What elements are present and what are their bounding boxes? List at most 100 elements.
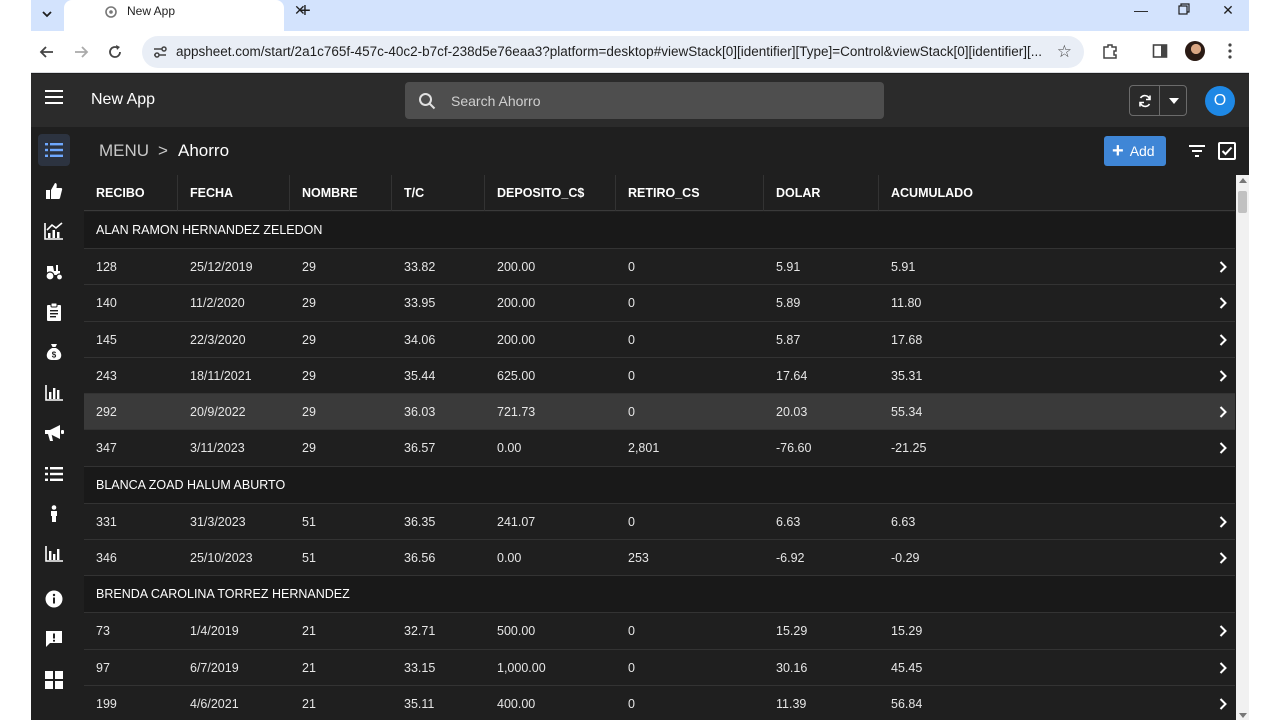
table-cell: 5.87 xyxy=(776,332,801,347)
chevron-right-icon[interactable] xyxy=(1216,296,1230,310)
breadcrumb-menu-link[interactable]: MENU xyxy=(99,141,149,161)
chevron-right-icon[interactable] xyxy=(1216,697,1230,711)
table-row[interactable]: 97 6/7/2019 21 33.15 1,000.00 0 30.16 45.45 xyxy=(84,649,1235,686)
list-icon xyxy=(45,143,63,157)
table-cell: 0 xyxy=(628,660,635,675)
back-icon[interactable] xyxy=(36,41,58,63)
table-cell: 36.57 xyxy=(404,441,436,456)
table-row[interactable]: 331 31/3/2023 51 36.35 241.07 0 6.63 6.63 xyxy=(84,503,1235,541)
nav-money-bag[interactable]: $ xyxy=(38,336,70,368)
table-row[interactable]: 346 25/10/2023 51 36.56 0.00 253 -6.92 -0.29 xyxy=(84,540,1235,577)
table-row[interactable]: 199 4/6/2021 21 35.11 400.00 0 11.39 56.84 xyxy=(84,685,1235,720)
chevron-right-icon[interactable] xyxy=(1216,661,1230,675)
window-frame-left xyxy=(0,0,31,720)
scroll-up-arrow-icon[interactable] xyxy=(1239,178,1247,183)
nav-about[interactable] xyxy=(38,583,70,615)
nav-analytics[interactable] xyxy=(38,215,70,247)
reload-icon[interactable] xyxy=(104,41,126,63)
nav-clipboard[interactable] xyxy=(38,296,70,328)
sync-button[interactable] xyxy=(1130,86,1160,115)
table-cell: 5.91 xyxy=(776,260,801,274)
table-row[interactable]: 292 20/9/2022 29 36.03 721.73 0 20.03 55.34 xyxy=(84,394,1235,431)
grid-icon xyxy=(45,671,63,689)
minimize-icon[interactable]: — xyxy=(1131,2,1151,18)
side-panel-icon[interactable] xyxy=(1149,40,1171,62)
nav-list[interactable] xyxy=(38,458,70,490)
sync-dropdown-button[interactable] xyxy=(1161,86,1187,115)
add-button-label: Add xyxy=(1129,143,1155,159)
nav-ahorro-list[interactable] xyxy=(38,134,70,166)
table-cell: 17.64 xyxy=(776,368,808,383)
hamburger-menu-icon[interactable] xyxy=(45,90,63,104)
column-header[interactable]: RECIBO xyxy=(84,175,178,211)
group-header-row[interactable]: BLANCA ZOAD HALUM ABURTO xyxy=(84,466,1235,504)
user-avatar[interactable]: O xyxy=(1205,86,1235,116)
column-header[interactable]: DEPOSITO_C$ xyxy=(485,175,616,211)
table-row[interactable]: 128 25/12/2019 29 33.82 200.00 0 5.91 5.91 xyxy=(84,249,1235,286)
table-row[interactable]: 145 22/3/2020 29 34.06 200.00 0 5.87 17.68 xyxy=(84,321,1235,358)
table-cell: 31/3/2023 xyxy=(190,514,246,529)
table-row[interactable]: 243 18/11/2021 29 35.44 625.00 0 17.64 35.31 xyxy=(84,357,1235,395)
browser-menu-icon[interactable] xyxy=(1219,40,1241,62)
chevron-right-icon[interactable] xyxy=(1216,441,1230,455)
address-bar[interactable]: appsheet.com/start/2a1c765f-457c-40c2-b7… xyxy=(142,36,1084,68)
chevron-right-icon[interactable] xyxy=(1216,405,1230,419)
search-icon xyxy=(419,93,436,110)
column-header[interactable]: RETIRO_CS xyxy=(616,175,764,211)
column-header[interactable]: T/C xyxy=(392,175,485,211)
scroll-down-arrow-icon[interactable] xyxy=(1239,713,1247,718)
table-row[interactable]: 73 1/4/2019 21 32.71 500.00 0 15.29 15.29 xyxy=(84,613,1235,650)
chevron-right-icon[interactable] xyxy=(1216,624,1230,638)
table-cell: 0 xyxy=(628,368,635,383)
filter-icon[interactable] xyxy=(1188,142,1206,160)
table-cell: 200.00 xyxy=(497,296,536,311)
nav-tractor[interactable] xyxy=(38,256,70,288)
nav-person[interactable] xyxy=(38,498,70,530)
group-header-row[interactable]: ALAN RAMON HERNANDEZ ZELEDON xyxy=(84,212,1235,249)
search-input[interactable] xyxy=(451,89,871,113)
column-header[interactable]: ACUMULADO xyxy=(879,175,1235,211)
table-row[interactable]: 140 11/2/2020 29 33.95 200.00 0 5.89 11.80 xyxy=(84,285,1235,322)
group-header-row[interactable]: BRENDA CAROLINA TORREZ HERNANDEZ xyxy=(84,576,1235,614)
scroll-thumb[interactable] xyxy=(1238,191,1247,213)
site-settings-icon[interactable] xyxy=(152,44,168,60)
nav-thumbs-up[interactable] xyxy=(38,175,70,207)
nav-announcements[interactable] xyxy=(38,417,70,449)
column-header[interactable]: DOLAR xyxy=(764,175,879,211)
restore-icon[interactable] xyxy=(1174,2,1194,18)
new-tab-button[interactable]: + xyxy=(295,0,315,23)
svg-text:$: $ xyxy=(52,351,57,360)
column-header[interactable]: NOMBRE xyxy=(290,175,392,211)
browser-profile-avatar[interactable] xyxy=(1185,41,1205,61)
column-header[interactable]: FECHA xyxy=(178,175,290,211)
chevron-right-icon[interactable] xyxy=(1216,260,1230,274)
table-cell: 292 xyxy=(96,405,117,420)
close-window-icon[interactable]: ✕ xyxy=(1218,2,1238,19)
tractor-icon xyxy=(45,265,64,281)
nav-bar-chart[interactable] xyxy=(38,377,70,409)
browser-tab[interactable]: New App ✕ xyxy=(64,0,306,31)
add-button[interactable]: + Add xyxy=(1104,136,1166,166)
table-cell: 21 xyxy=(302,624,316,639)
chevron-right-icon[interactable] xyxy=(1216,333,1230,347)
nav-feedback[interactable] xyxy=(38,623,70,655)
extensions-icon[interactable] xyxy=(1099,40,1121,62)
table-cell: 145 xyxy=(96,332,117,347)
chevron-right-icon[interactable] xyxy=(1216,515,1230,529)
table-cell: 11/2/2020 xyxy=(190,296,245,311)
breadcrumb: MENU > Ahorro + Add xyxy=(84,127,1236,175)
info-icon xyxy=(45,590,63,608)
nav-bar-chart-2[interactable] xyxy=(38,538,70,570)
table-row[interactable]: 347 3/11/2023 29 36.57 0.00 2,801 -76.60 -21.25 xyxy=(84,430,1235,467)
nav-app-gallery[interactable] xyxy=(38,664,70,696)
chevron-right-icon[interactable] xyxy=(1216,551,1230,565)
tab-search-button[interactable] xyxy=(33,1,61,27)
table-cell: 55.34 xyxy=(891,405,923,420)
select-checkbox-icon[interactable] xyxy=(1218,142,1236,160)
search-box[interactable] xyxy=(405,82,884,119)
chevron-right-icon[interactable] xyxy=(1216,369,1230,383)
vertical-scrollbar[interactable] xyxy=(1236,175,1249,720)
bookmark-star-icon[interactable]: ☆ xyxy=(1057,42,1072,62)
forward-icon[interactable] xyxy=(70,41,92,63)
appsheet-favicon-icon xyxy=(105,6,117,18)
